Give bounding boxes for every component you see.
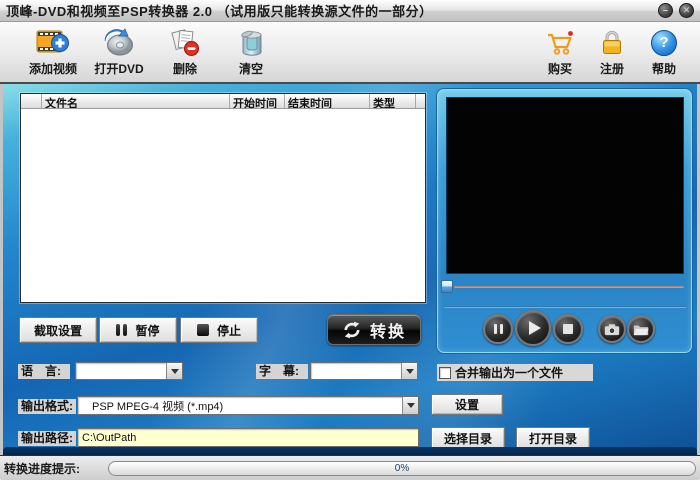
video-preview[interactable]: [446, 97, 684, 274]
pause-label: 暂停: [135, 323, 160, 338]
subtitle-label: 字 幕:: [256, 364, 308, 379]
close-button[interactable]: ✕: [679, 3, 694, 18]
capture-settings-label: 截取设置: [33, 323, 82, 338]
toolbar-label: 帮助: [651, 62, 676, 76]
clear-icon: [235, 27, 267, 59]
toolbar-label: 打开DVD: [94, 62, 144, 76]
delete-button[interactable]: 删除: [152, 24, 218, 80]
help-button[interactable]: ? 帮助: [640, 24, 688, 80]
chevron-down-icon[interactable]: [166, 363, 182, 379]
merge-output-checkbox[interactable]: 合并输出为一个文件: [437, 364, 593, 381]
add-video-icon: [36, 27, 70, 59]
snapshot-button[interactable]: [598, 315, 626, 343]
delete-icon: [169, 27, 201, 59]
file-list: 文件名 开始时间 结束时间 类型: [20, 93, 426, 303]
output-format-value: PSP MPEG-4 视频 (*.mp4): [92, 400, 224, 413]
buy-cart-icon: [545, 27, 575, 59]
help-icon: ?: [651, 27, 677, 59]
clear-button[interactable]: 清空: [218, 24, 284, 80]
column-check[interactable]: [21, 94, 42, 108]
open-dvd-button[interactable]: 打开DVD: [86, 24, 152, 80]
seek-slider-thumb[interactable]: [441, 280, 453, 293]
camera-icon: [604, 323, 620, 336]
statusbar: 转换进度提示: 0%: [0, 455, 700, 480]
column-end-time[interactable]: 结束时间: [285, 94, 370, 108]
choose-directory-button[interactable]: 选择目录: [431, 427, 505, 449]
merge-output-label: 合并输出为一个文件: [455, 366, 564, 380]
convert-button[interactable]: 转换: [327, 314, 421, 345]
toolbar-label: 注册: [599, 62, 624, 76]
progress-percent-text: 0%: [394, 463, 410, 474]
open-dvd-icon: [102, 27, 136, 59]
capture-settings-button[interactable]: 截取设置: [19, 317, 97, 343]
player-play-icon: [528, 321, 541, 335]
column-start-time[interactable]: 开始时间: [230, 94, 285, 108]
column-spacer: [416, 94, 425, 108]
open-directory-label: 打开目录: [528, 431, 577, 446]
main-area: 文件名 开始时间 结束时间 类型 截取设置 暂停 停止 转换 语 言: 字 幕:…: [0, 84, 700, 455]
player-play-button[interactable]: [515, 310, 551, 346]
window-title: 顶峰-DVD和视频至PSP转换器 2.0 （试用版只能转换源文件的一部分）: [6, 4, 433, 19]
titlebar: 顶峰-DVD和视频至PSP转换器 2.0 （试用版只能转换源文件的一部分） – …: [0, 0, 700, 22]
toolbar-right: 购买 注册 ? 帮助: [536, 24, 688, 80]
subtitle-select[interactable]: [310, 362, 418, 380]
choose-directory-label: 选择目录: [443, 431, 492, 446]
output-format-select[interactable]: PSP MPEG-4 视频 (*.mp4): [77, 396, 419, 415]
folder-icon: [633, 323, 649, 336]
column-filename[interactable]: 文件名: [42, 94, 230, 108]
chevron-down-icon[interactable]: [402, 397, 418, 414]
panel-divider: [444, 306, 686, 308]
add-video-button[interactable]: 添加视频: [20, 24, 86, 80]
player-stop-button[interactable]: [553, 314, 583, 344]
preview-panel: [437, 89, 692, 353]
register-lock-icon: [597, 27, 627, 59]
open-folder-button[interactable]: [627, 315, 655, 343]
convert-label: 转换: [369, 323, 406, 341]
toolbar-label: 购买: [547, 62, 572, 76]
minimize-button[interactable]: –: [658, 3, 673, 18]
file-list-header: 文件名 开始时间 结束时间 类型: [21, 94, 425, 109]
open-directory-button[interactable]: 打开目录: [516, 427, 590, 449]
checkbox-icon[interactable]: [439, 366, 451, 379]
player-stop-icon: [563, 324, 573, 334]
player-pause-button[interactable]: [483, 314, 513, 344]
toolbar-label: 清空: [238, 62, 263, 76]
toolbar-label: 添加视频: [28, 62, 77, 76]
column-type[interactable]: 类型: [370, 94, 416, 108]
toolbar: 添加视频 打开DVD 删除 清空 购买 注册 ? 帮助: [0, 22, 700, 84]
buy-button[interactable]: 购买: [536, 24, 584, 80]
language-select[interactable]: [75, 362, 183, 380]
register-button[interactable]: 注册: [588, 24, 636, 80]
stop-icon: [196, 324, 209, 336]
convert-icon: [342, 320, 362, 340]
conversion-progress-bar: 0%: [108, 461, 696, 476]
stop-button[interactable]: 停止: [180, 317, 258, 343]
player-pause-icon: [493, 324, 503, 334]
stop-label: 停止: [216, 323, 241, 338]
settings-label: 设置: [454, 398, 479, 412]
window-controls: – ✕: [658, 3, 694, 18]
toolbar-label: 删除: [172, 62, 197, 76]
seek-slider-track[interactable]: [454, 285, 684, 288]
settings-button[interactable]: 设置: [431, 394, 503, 415]
language-label: 语 言:: [18, 364, 70, 379]
pause-button[interactable]: 暂停: [99, 317, 177, 343]
bottom-band: [3, 447, 697, 455]
output-path-label: 输出路径:: [18, 431, 76, 446]
pause-icon: [116, 324, 128, 336]
output-format-label: 输出格式:: [18, 399, 76, 414]
app-window: 顶峰-DVD和视频至PSP转换器 2.0 （试用版只能转换源文件的一部分） – …: [0, 0, 700, 480]
output-path-input[interactable]: C:\OutPath: [77, 428, 419, 447]
file-list-body[interactable]: [21, 109, 425, 302]
chevron-down-icon[interactable]: [401, 363, 417, 379]
progress-hint-label: 转换进度提示:: [4, 461, 80, 476]
